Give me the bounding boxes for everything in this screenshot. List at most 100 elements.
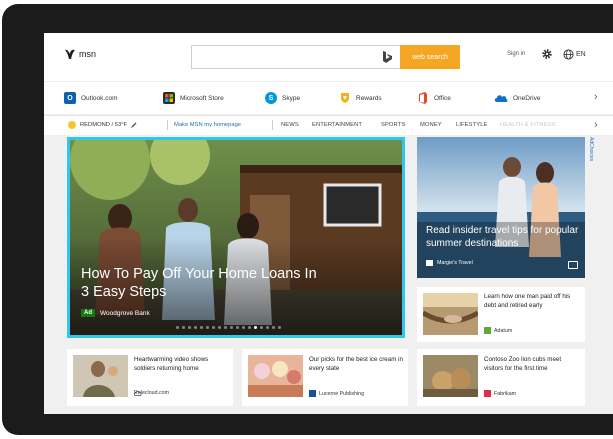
carousel-dot[interactable]: [218, 326, 221, 329]
hero-image: [70, 140, 402, 335]
nav-money[interactable]: MONEY: [420, 122, 442, 128]
card-source: Fabrikam: [484, 390, 516, 397]
globe-icon: [563, 49, 574, 60]
nav-news[interactable]: NEWS: [281, 122, 299, 128]
lucerne-logo-icon: [309, 390, 316, 397]
divider: [272, 120, 273, 130]
onedrive-icon: [494, 92, 508, 104]
carousel-dot[interactable]: [230, 326, 233, 329]
carousel-dot[interactable]: [224, 326, 227, 329]
carousel-dot[interactable]: [206, 326, 209, 329]
carousel-dot[interactable]: [266, 326, 269, 329]
card-source-label: Lucerne Publishing: [319, 390, 365, 397]
app-rewards[interactable]: Rewards: [339, 92, 382, 104]
make-homepage-link[interactable]: Make MSN my homepage: [174, 122, 241, 128]
carousel-dot[interactable]: [254, 326, 257, 329]
weather-widget[interactable]: REDMOND / 53°F: [68, 121, 137, 129]
carousel-dot[interactable]: [272, 326, 275, 329]
app-skype[interactable]: S Skype: [265, 92, 300, 104]
office-icon: [417, 92, 429, 104]
card-headline: Our picks for the best ice cream in ever…: [309, 356, 403, 372]
carousel-dot[interactable]: [248, 326, 251, 329]
skype-icon: S: [265, 92, 277, 104]
gear-icon[interactable]: [541, 48, 553, 60]
card-headline: Heartwarming video shows soldiers return…: [134, 356, 209, 372]
search-box[interactable]: web search: [191, 45, 460, 69]
app-onedrive[interactable]: OneDrive: [494, 92, 540, 104]
adchoices-label: AdChoices: [588, 137, 594, 162]
carousel-dot[interactable]: [212, 326, 215, 329]
card-source: Relecloud.com: [134, 390, 169, 396]
margies-travel-logo-icon: [426, 260, 433, 266]
card-source: Adatum: [484, 327, 512, 334]
divider: [167, 120, 168, 130]
card-source-label: Fabrikam: [494, 390, 517, 397]
nav-entertainment[interactable]: ENTERTAINMENT: [312, 122, 362, 128]
carousel-dot[interactable]: [200, 326, 203, 329]
carousel-dot[interactable]: [278, 326, 281, 329]
travel-source[interactable]: Margie's Travel: [426, 260, 473, 266]
nav-lifestyle[interactable]: LIFESTYLE: [456, 122, 488, 128]
news-card-relecloud[interactable]: Heartwarming video shows soldiers return…: [67, 349, 233, 406]
msn-homepage: msn web search Sign in EN O Outlook.com …: [44, 33, 613, 414]
sign-in-link[interactable]: Sign in: [507, 51, 525, 57]
language-selector[interactable]: EN: [563, 49, 586, 60]
camera-icon: [568, 261, 578, 269]
news-card-lucerne[interactable]: Our picks for the best ice cream in ever…: [242, 349, 408, 406]
app-microsoft-store[interactable]: Microsoft Store: [163, 92, 224, 104]
outlook-icon: O: [64, 92, 76, 104]
card-headline: Contoso Zoo lion cubs meet visitors for …: [484, 356, 562, 372]
apps-row: O Outlook.com Microsoft Store S Skype Re…: [44, 81, 613, 114]
msn-logo[interactable]: msn: [64, 48, 96, 60]
rewards-icon: [339, 92, 351, 104]
pencil-icon[interactable]: [131, 122, 137, 128]
app-outlook[interactable]: O Outlook.com: [64, 92, 118, 104]
app-office[interactable]: Office: [417, 92, 451, 104]
carousel-dot[interactable]: [236, 326, 239, 329]
travel-title[interactable]: Read insider travel tips for popular sum…: [426, 224, 582, 250]
hero-source[interactable]: Ad Woodgrove Bank: [81, 309, 150, 317]
app-label: Microsoft Store: [180, 94, 224, 102]
web-search-button[interactable]: web search: [400, 45, 460, 69]
carousel-dots[interactable]: [176, 326, 281, 329]
app-label: Outlook.com: [81, 94, 118, 102]
search-input[interactable]: [196, 49, 376, 65]
apps-next-chevron-icon[interactable]: ›: [594, 91, 598, 103]
bing-icon: [383, 51, 392, 63]
nav-sports[interactable]: SPORTS: [381, 122, 405, 128]
logo-text: msn: [79, 49, 97, 59]
soldier-image: [73, 355, 128, 397]
nav-health-fitness[interactable]: HEALTH & FITNESS: [500, 122, 556, 128]
card-headline: Learn how one man paid off his debt and …: [484, 293, 571, 309]
carousel-dot[interactable]: [176, 326, 179, 329]
category-nav: REDMOND / 53°F Make MSN my homepage NEWS…: [44, 115, 613, 135]
nav-next-chevron-icon[interactable]: ›: [594, 119, 598, 131]
carousel-dot[interactable]: [242, 326, 245, 329]
ad-badge: Ad: [81, 309, 95, 317]
news-card-fabrikam[interactable]: Contoso Zoo lion cubs meet visitors for …: [417, 349, 585, 406]
adchoices-link[interactable]: AdChoices: [587, 137, 595, 181]
carousel-dot[interactable]: [194, 326, 197, 329]
lion-cubs-image: [423, 355, 478, 397]
hero-carousel[interactable]: How To Pay Off Your Home Loans In 3 Easy…: [67, 137, 405, 338]
travel-source-label: Margie's Travel: [437, 260, 473, 266]
travel-image: [417, 137, 585, 278]
msn-butterfly-icon: [65, 49, 75, 59]
app-label: OneDrive: [513, 94, 541, 102]
sun-icon: [68, 121, 76, 129]
hero-title[interactable]: How To Pay Off Your Home Loans In 3 Easy…: [81, 265, 321, 301]
carousel-dot[interactable]: [188, 326, 191, 329]
relecloud-logo-icon: [134, 391, 142, 396]
header-bar: msn web search Sign in EN: [44, 33, 613, 81]
card-source-label: Adatum: [494, 327, 513, 334]
hammock-image: [423, 293, 478, 335]
card-source: Lucerne Publishing: [309, 390, 364, 397]
weather-text: REDMOND / 53°F: [80, 122, 128, 128]
carousel-dot[interactable]: [260, 326, 263, 329]
language-label: EN: [576, 51, 586, 58]
hero-source-label: Woodgrove Bank: [100, 309, 150, 317]
carousel-dot[interactable]: [182, 326, 185, 329]
news-card-adatum[interactable]: Learn how one man paid off his debt and …: [417, 287, 585, 342]
travel-feature[interactable]: Read insider travel tips for popular sum…: [417, 137, 585, 278]
adatum-logo-icon: [484, 327, 491, 334]
